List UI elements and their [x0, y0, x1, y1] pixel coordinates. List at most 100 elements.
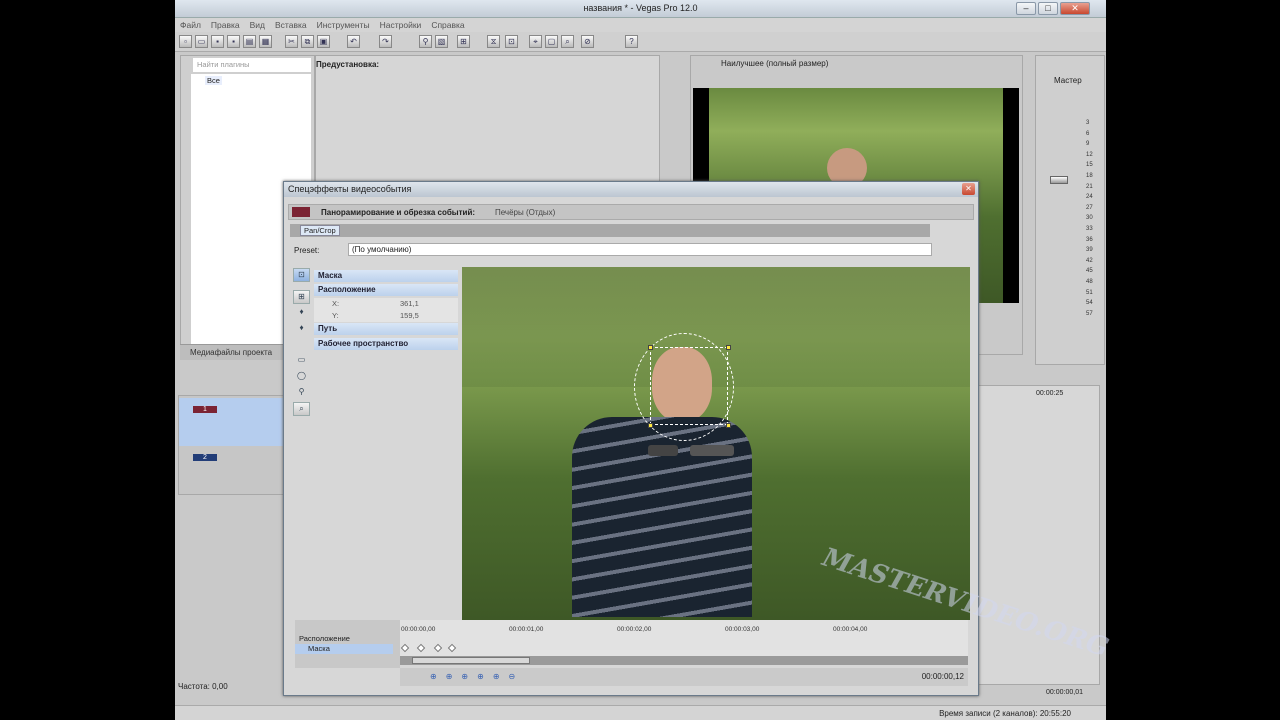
plugin-search-input[interactable]: Найти плагины [193, 58, 311, 72]
snap-icon[interactable]: ⚲ [419, 35, 432, 48]
position-y-label: Y: [332, 311, 339, 320]
auto-ripple-icon[interactable]: ▧ [435, 35, 448, 48]
anchor-creation-icon[interactable]: ♦ [293, 306, 310, 320]
crossfade-icon[interactable]: ⧖ [487, 35, 500, 48]
meter-scale-label: 18 [1086, 173, 1093, 179]
tick-label: 00:00:04,00 [833, 626, 868, 633]
minimize-button[interactable]: – [1016, 2, 1036, 15]
track-number-1: 1 [193, 406, 217, 413]
rectangle-mask-icon[interactable]: ▭ [293, 354, 310, 368]
crop-handle[interactable] [648, 345, 653, 350]
track-number-2: 2 [193, 454, 217, 461]
keyframe-scroll-thumb[interactable] [412, 657, 530, 664]
section-position[interactable]: Расположение [314, 284, 458, 296]
render-icon[interactable]: ▤ [243, 35, 256, 48]
lock-envelopes-icon[interactable]: ⊞ [457, 35, 470, 48]
flip-controls[interactable] [690, 445, 734, 456]
position-x-value: 361,1 [400, 299, 419, 308]
tick-label: 00:00:00,00 [401, 626, 436, 633]
select-drag-icon[interactable]: ⊞ [293, 290, 310, 304]
paste-icon[interactable]: ▣ [317, 35, 330, 48]
split-icon[interactable]: ⊘ [581, 35, 594, 48]
meter-scale-label: 57 [1086, 310, 1093, 317]
meter-scale-label: 24 [1086, 194, 1093, 201]
undo-icon[interactable]: ↶ [347, 35, 360, 48]
main-toolbar: ▫ ▭ ▪ ▪ ▤ ▦ ✂ ⧉ ▣ ↶ ↷ ⚲ ▧ ⊞ ⧖ ⊡ ⌖ ▢ ⌕ ⊘ … [175, 32, 1106, 52]
menu-file[interactable]: Файл [175, 18, 206, 32]
redo-icon[interactable]: ↷ [379, 35, 392, 48]
normal-edit-tool-icon[interactable]: ⊡ [505, 35, 518, 48]
title-bar: названия * - Vegas Pro 12.0 – □ ✕ [175, 0, 1106, 18]
menu-help[interactable]: Справка [426, 18, 469, 32]
menu-view[interactable]: Вид [245, 18, 270, 32]
event-thumb-icon [292, 207, 310, 217]
selection-tool-icon[interactable]: ▢ [545, 35, 558, 48]
meter-scale-label: 42 [1086, 257, 1093, 264]
properties-icon[interactable]: ▦ [259, 35, 272, 48]
track-position-label[interactable]: Расположение [299, 634, 350, 643]
copy-icon[interactable]: ⧉ [301, 35, 314, 48]
dialog-title: Спецэффекты видеособытия [284, 182, 978, 197]
menu-options[interactable]: Настройки [375, 18, 427, 32]
meter-scale-label: 51 [1086, 289, 1093, 296]
pan-crop-chain-button[interactable]: Pan/Crop [300, 225, 340, 236]
position-x-label: X: [332, 299, 340, 308]
master-fader-thumb[interactable] [1050, 176, 1068, 184]
preset-select[interactable]: (По умолчанию) [348, 243, 932, 256]
whats-this-help-icon[interactable]: ? [625, 35, 638, 48]
event-name: Печёры (Отдых) [495, 208, 556, 217]
save-as-icon[interactable]: ▪ [227, 35, 240, 48]
maximize-button[interactable]: □ [1038, 2, 1058, 15]
position-y-row[interactable]: Y: 159,5 [314, 310, 458, 322]
zoom-icon[interactable]: ⚲ [293, 386, 310, 400]
rotate-controls[interactable] [648, 445, 678, 456]
cut-icon[interactable]: ✂ [285, 35, 298, 48]
menu-bar: Файл Правка Вид Вставка Инструменты Настройки… [175, 18, 1106, 32]
keyframe-track-list: Расположение Маска [295, 620, 400, 668]
meter-scale-label: 15 [1086, 162, 1093, 169]
anchor-add-icon[interactable]: ♦ [293, 322, 310, 336]
crop-handle[interactable] [648, 423, 653, 428]
menu-insert[interactable]: Вставка [270, 18, 312, 32]
tree-root-all[interactable]: Все [205, 76, 222, 85]
zoom-tool-icon[interactable]: ⌕ [561, 35, 574, 48]
tick-label: 00:00:02,00 [617, 626, 652, 633]
preview-quality-select[interactable]: Наилучшее (полный размер) [721, 59, 828, 68]
new-project-icon[interactable]: ▫ [179, 35, 192, 48]
section-path[interactable]: Путь [314, 323, 458, 335]
fx-chain-bar: Pan/Crop [290, 224, 930, 237]
ellipse-mask-icon[interactable]: ◯ [293, 370, 310, 384]
track-header-1[interactable]: 1 [179, 398, 283, 446]
crop-frame[interactable] [650, 347, 728, 425]
open-icon[interactable]: ▭ [195, 35, 208, 48]
meter-scale-label: 48 [1086, 279, 1093, 285]
close-button[interactable]: ✕ [1060, 2, 1090, 15]
project-media-tab[interactable]: Медиафайлы проекта [190, 348, 272, 357]
meter-scale-label: 27 [1086, 204, 1093, 211]
keyframe-nav-buttons[interactable]: ⊕⊕⊕⊕⊕⊖ [430, 672, 524, 681]
track-mask-label[interactable]: Маска [295, 644, 393, 654]
menu-tools[interactable]: Инструменты [312, 18, 375, 32]
keyframe-timeline[interactable] [400, 620, 968, 656]
position-x-row[interactable]: X: 361,1 [314, 298, 458, 310]
record-time-status: Время записи (2 каналов): 20:55:20 [939, 709, 1071, 718]
normal-edit-mode-icon[interactable]: ⊡ [293, 268, 310, 282]
track-header-2[interactable]: 2 [179, 448, 283, 492]
keyframe-scrollbar[interactable] [400, 656, 968, 665]
crop-handle[interactable] [726, 423, 731, 428]
meter-scale-label: 36 [1086, 236, 1093, 243]
position-y-value: 159,5 [400, 311, 419, 320]
timeline-timecode: 00:00:25 [1036, 390, 1064, 397]
preset-field-label: Preset: [294, 246, 320, 255]
save-icon[interactable]: ▪ [211, 35, 224, 48]
preset-label: Предустановка: [316, 60, 380, 69]
menu-edit[interactable]: Правка [206, 18, 245, 32]
meter-scale-label: 12 [1086, 151, 1093, 158]
section-mask[interactable]: Маска [314, 270, 458, 282]
crop-handle[interactable] [726, 345, 731, 350]
zoom-edit-icon[interactable]: ⌕ [293, 402, 310, 416]
dialog-close-button[interactable]: ✕ [962, 183, 975, 195]
envelope-tool-icon[interactable]: ⌖ [529, 35, 542, 48]
meter-scale-label: 39 [1086, 247, 1093, 254]
section-workspace[interactable]: Рабочее пространство [314, 338, 458, 350]
